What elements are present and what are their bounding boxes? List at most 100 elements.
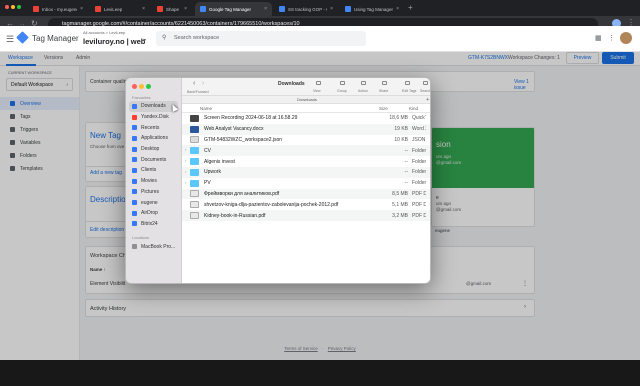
file-row[interactable]: GTM-54832WZC_workspace2.json 10 KB JSON Fi…	[182, 135, 430, 146]
file-row[interactable]: Kidney-book-in-Russian.pdf 3,2 MB PDF Doc	[182, 210, 430, 221]
sidebar-item-desktop[interactable]: Desktop	[126, 144, 181, 155]
file-row[interactable]: › PV -- Folder	[182, 178, 430, 189]
tab-close-icon[interactable]: ×	[330, 6, 333, 12]
file-row[interactable]: Web Analyst Vacancy.docx 19 KB Word 20	[182, 123, 430, 135]
breadcrumb[interactable]: All accounts > LeviLeep	[83, 30, 125, 35]
footer: Terms of Service · Privacy Policy	[284, 346, 356, 351]
finder-zoom-light[interactable]	[146, 84, 151, 89]
tab-label: Inbox - my.eugenel@gmail.com	[42, 6, 77, 12]
sidebar-item-clients[interactable]: Clients	[126, 165, 181, 176]
sidebar-item-bitrix24[interactable]: Bitrix24	[126, 219, 181, 230]
sidebar-item-yandex-disk[interactable]: Yandex.Disk	[126, 112, 181, 123]
tab-favicon-icon	[279, 6, 285, 12]
sidebar-item-airdrop[interactable]: AirDrop	[126, 208, 181, 219]
more-vert-icon[interactable]: ⋮	[608, 34, 615, 42]
sidebar-item-eugene[interactable]: eugene	[126, 197, 181, 208]
sidebar-item-label: MacBook Pro...	[141, 243, 176, 250]
new-tab-icon[interactable]: +	[408, 3, 413, 12]
browser-tab[interactable]: Google Tag Manager ×	[195, 2, 272, 16]
group-icon[interactable]	[340, 81, 345, 85]
back-icon[interactable]: ‹	[193, 80, 195, 87]
folder-file-icon	[190, 158, 199, 166]
window-minimize-light[interactable]	[11, 5, 15, 9]
tab-close-icon[interactable]: ×	[264, 6, 267, 12]
browser-tab[interactable]: LeviLeep ×	[90, 2, 150, 16]
sidebar-item-recents[interactable]: Recents	[126, 122, 181, 133]
tab-close-icon[interactable]: ×	[142, 6, 145, 12]
view-icon[interactable]	[316, 81, 321, 85]
sidebar-item-pictures[interactable]: Pictures	[126, 187, 181, 198]
search-workspace-input[interactable]: ⚲ Search workspace	[156, 31, 366, 46]
sidebar-item-movies[interactable]: Movies	[126, 176, 181, 187]
window-close-light[interactable]	[5, 5, 9, 9]
disclosure-icon[interactable]: ›	[185, 158, 186, 163]
folder-icon	[132, 189, 137, 195]
sidebar-item-label: eugene	[141, 199, 158, 206]
finder-minimize-light[interactable]	[139, 84, 144, 89]
tab-close-icon[interactable]: ×	[396, 6, 399, 12]
kind-column-header[interactable]: Kind	[409, 106, 418, 111]
file-name: Upwork	[204, 169, 221, 176]
add-tab-icon[interactable]: +	[426, 96, 429, 104]
sidebar-item-label: AirDrop	[141, 210, 158, 217]
sidebar-item-label: Bitrix24	[141, 220, 158, 227]
folder-icon	[132, 210, 137, 216]
tab-close-icon[interactable]: ×	[184, 6, 187, 12]
action-icon[interactable]	[361, 81, 366, 85]
container-dropdown-icon[interactable]: ▾	[143, 37, 146, 44]
file-row[interactable]: › Upwork -- Folder	[182, 167, 430, 178]
sidebar-item-label: Documents	[141, 156, 167, 163]
disclosure-icon[interactable]: ›	[185, 169, 186, 174]
file-name: CV	[204, 147, 211, 154]
finder-toolbar: ‹ › Back/Forward Downloads View Group Acti…	[182, 78, 430, 96]
forward-icon[interactable]: ›	[202, 80, 204, 87]
locations-header: Locations	[132, 235, 150, 241]
file-kind: Word 20	[412, 126, 426, 133]
browser-tab[interactable]: Shape ×	[152, 2, 192, 16]
file-name: Screen Recording 2024-06-18 at 16.58.29	[204, 115, 298, 122]
sidebar-item-label: Yandex.Disk	[141, 114, 169, 121]
browser-tab[interactable]: Inbox - my.eugenel@gmail.com×	[28, 2, 88, 16]
file-row[interactable]: › Algenis invest -- Folder	[182, 156, 430, 167]
privacy-link[interactable]: Privacy Policy	[328, 346, 356, 351]
search-placeholder: Search workspace	[174, 35, 220, 41]
edit-tags-icon[interactable]	[405, 81, 410, 85]
name-column-header[interactable]: Name	[200, 106, 212, 111]
search-icon[interactable]	[423, 81, 428, 85]
sidebar-item-applications[interactable]: Applications	[126, 133, 181, 144]
file-row[interactable]: Фреймворки для аналитиков.pdf 8,5 MB PDF D…	[182, 188, 430, 200]
pdf-file-icon	[190, 190, 199, 198]
finder-close-light[interactable]	[132, 84, 137, 89]
share-icon[interactable]	[382, 81, 387, 85]
file-name: shvetzov-kniga-dlja-pazientov-zabolevani…	[204, 201, 339, 208]
tab-favicon-icon	[33, 6, 39, 12]
file-kind: Folder	[412, 158, 426, 165]
file-size: 3,2 MB	[392, 212, 408, 219]
folder-file-icon	[190, 147, 199, 155]
file-row[interactable]: Screen Recording 2024-06-18 at 16.58.29 1…	[182, 113, 430, 124]
sidebar-item-macbook[interactable]: MacBook Pro...	[126, 241, 181, 252]
file-kind: QuickTim	[412, 115, 426, 122]
sidebar-item-label: Clients	[141, 167, 157, 174]
window-zoom-light[interactable]	[17, 5, 21, 9]
sidebar-item-documents[interactable]: Documents	[126, 154, 181, 165]
tab-label: SS tracking GOP - Google Dri...	[288, 6, 327, 12]
disclosure-icon[interactable]: ›	[185, 180, 186, 185]
sidebar-item-label: Applications	[141, 135, 168, 142]
user-avatar[interactable]	[620, 32, 632, 44]
file-list: Screen Recording 2024-06-18 at 16.58.29 1…	[182, 113, 430, 283]
file-row[interactable]: shvetzov-kniga-dlja-pazientov-zabolevani…	[182, 199, 430, 210]
tab-close-icon[interactable]: ×	[80, 6, 83, 12]
container-name[interactable]: leviluroy.no | web	[83, 37, 145, 46]
browser-tab[interactable]: SS tracking GOP - Google Dri...×	[274, 2, 338, 16]
terms-link[interactable]: Terms of Service	[284, 346, 318, 351]
apps-grid-icon[interactable]: ▦	[595, 34, 602, 42]
browser-tab[interactable]: Using Tag Manager Gr...×	[340, 2, 404, 16]
size-column-header[interactable]: Size	[379, 106, 388, 111]
file-row[interactable]: › CV -- Folder	[182, 145, 430, 157]
file-kind: PDF Doc	[412, 212, 426, 219]
view-label: View	[313, 89, 321, 93]
file-name: Algenis invest	[204, 158, 235, 165]
disclosure-icon[interactable]: ›	[185, 147, 186, 152]
hamburger-icon[interactable]: ☰	[6, 34, 14, 45]
